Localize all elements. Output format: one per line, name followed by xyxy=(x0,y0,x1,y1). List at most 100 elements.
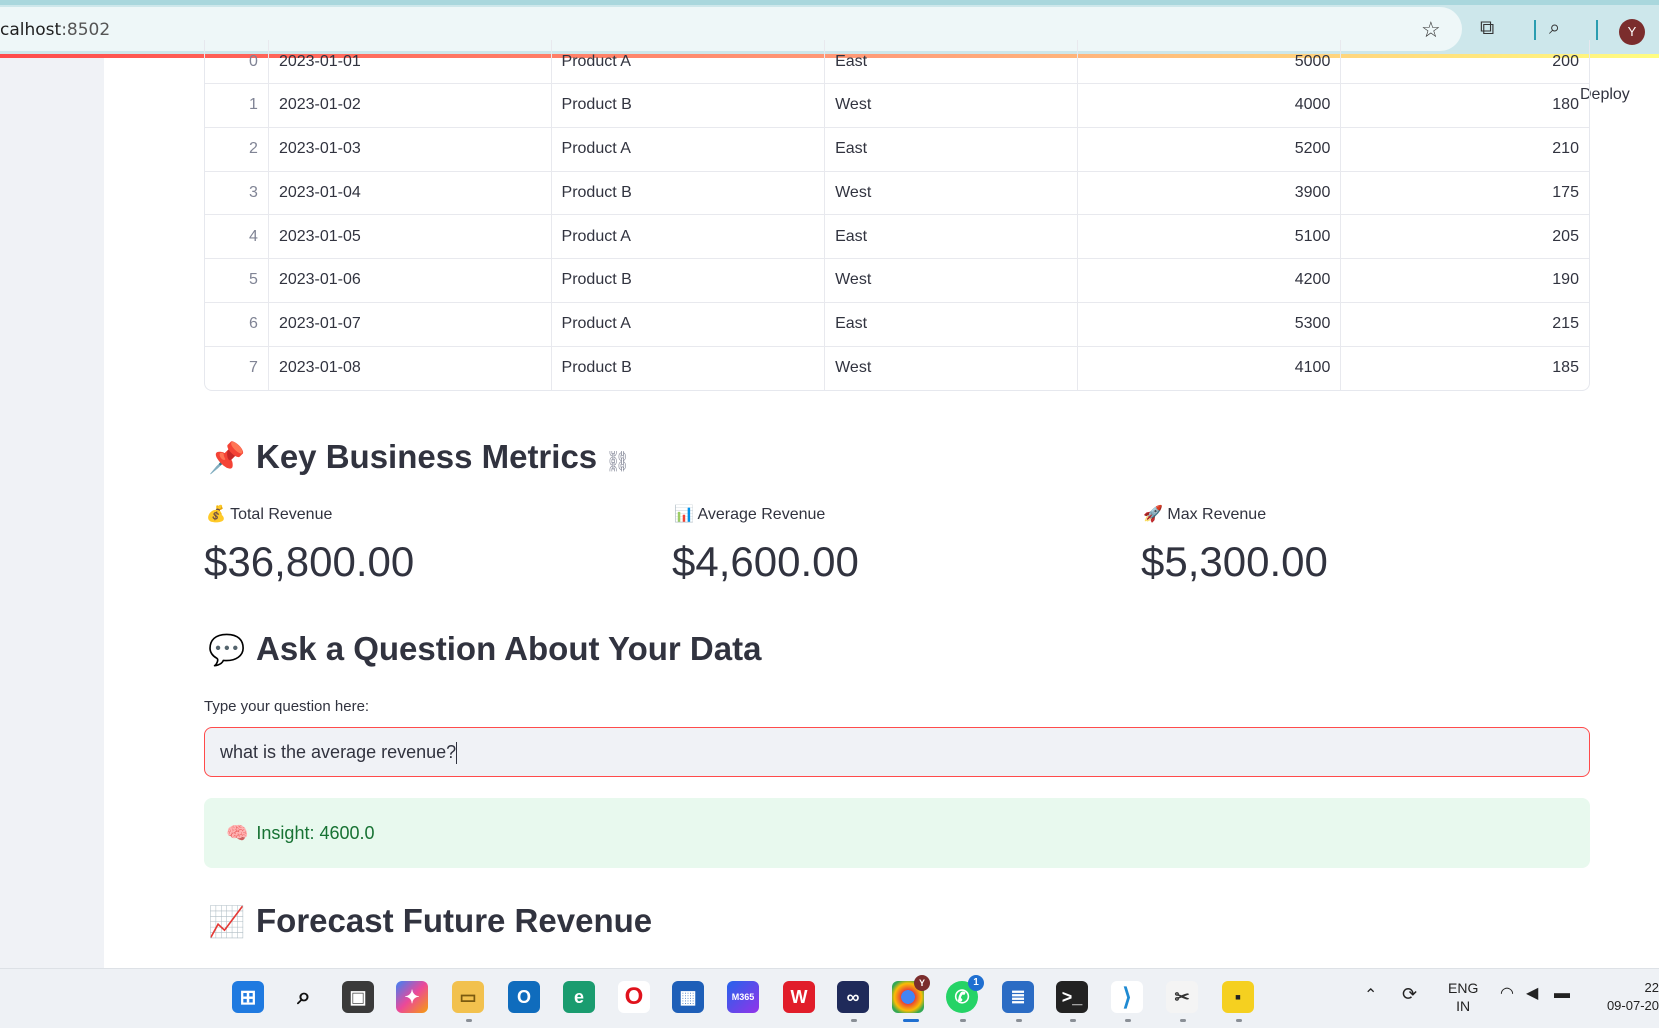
product-cell[interactable]: Product B xyxy=(552,84,826,127)
language-indicator[interactable]: ENG IN xyxy=(1448,979,1478,1015)
terminal-icon[interactable]: >_ xyxy=(1056,981,1088,1013)
region-cell[interactable]: West xyxy=(825,346,1078,391)
money-bag-icon: 💰 xyxy=(206,506,226,523)
notepad-icon[interactable]: ≣ xyxy=(1002,981,1034,1013)
table-row: 6 2023-01-07 Product A East 5300 215 xyxy=(205,302,1589,347)
question-heading: 💬 Ask a Question About Your Data xyxy=(208,630,761,668)
max-revenue-label: 🚀 Max Revenue xyxy=(1143,506,1267,523)
volume-icon[interactable]: ◀ xyxy=(1526,985,1538,1003)
average-revenue-label: 📊 Average Revenue xyxy=(674,506,826,523)
question-input[interactable]: what is the average revenue? xyxy=(204,727,1590,777)
wps-office-icon[interactable]: W xyxy=(783,981,815,1013)
units-cell[interactable]: 185 xyxy=(1341,347,1589,391)
date-cell[interactable]: 2023-01-05 xyxy=(269,215,552,258)
units-cell[interactable]: 205 xyxy=(1341,215,1589,258)
revenue-cell[interactable]: 5200 xyxy=(1078,127,1342,171)
sticky-notes-icon[interactable]: ▪ xyxy=(1222,981,1254,1013)
extensions-icon[interactable]: ⧉ xyxy=(1480,17,1494,40)
brain-icon: 🧠 xyxy=(226,822,249,843)
product-cell[interactable]: Product B xyxy=(552,171,826,215)
battery-icon[interactable]: ▬ xyxy=(1554,985,1570,1003)
sales-dataframe[interactable]: 0 2023-01-01 Product A East 5000 200 1 2… xyxy=(204,40,1590,392)
date-cell[interactable]: 2023-01-01 xyxy=(269,40,552,83)
table-row: 4 2023-01-05 Product A East 5100 205 xyxy=(205,215,1589,259)
running-indicator xyxy=(1236,1019,1242,1022)
wifi-icon[interactable]: ◠ xyxy=(1500,985,1514,1003)
product-cell[interactable]: Product A xyxy=(552,127,826,171)
region-cell[interactable]: East xyxy=(825,40,1078,83)
revenue-cell[interactable]: 4000 xyxy=(1078,84,1342,127)
product-cell[interactable]: Product A xyxy=(552,40,826,83)
revenue-cell[interactable]: 5000 xyxy=(1078,40,1342,83)
whatsapp-icon[interactable]: ✆ 1 xyxy=(946,975,984,1013)
clock[interactable]: 22 09-07-20 xyxy=(1600,979,1659,1015)
question-title: Ask a Question About Your Data xyxy=(256,630,762,667)
running-indicator xyxy=(1180,1019,1186,1022)
running-indicator xyxy=(1125,1019,1131,1022)
row-index: 6 xyxy=(205,302,269,346)
anchor-link-icon[interactable]: ⛓ xyxy=(605,451,630,473)
table-row: 2 2023-01-03 Product A East 5200 210 xyxy=(205,127,1589,172)
url-text[interactable]: calhost:8502 xyxy=(0,20,110,40)
region-cell[interactable]: West xyxy=(825,84,1078,127)
units-cell[interactable]: 210 xyxy=(1341,128,1589,171)
row-index: 2 xyxy=(205,127,269,171)
date-cell[interactable]: 2023-01-06 xyxy=(269,259,552,302)
revenue-cell[interactable]: 4100 xyxy=(1078,346,1342,391)
whatsapp-badge: 1 xyxy=(968,975,984,991)
clipchamp-icon[interactable]: ∞ xyxy=(837,981,869,1013)
table-row: 0 2023-01-01 Product A East 5000 200 xyxy=(205,40,1589,84)
product-cell[interactable]: Product B xyxy=(552,346,826,391)
date-cell[interactable]: 2023-01-07 xyxy=(269,302,552,346)
date-cell[interactable]: 2023-01-02 xyxy=(269,84,552,127)
table-row: 3 2023-01-04 Product B West 3900 175 xyxy=(205,171,1589,216)
windows-start-icon[interactable]: ⊞ xyxy=(232,981,264,1013)
units-cell[interactable]: 190 xyxy=(1341,259,1589,302)
running-indicator xyxy=(960,1019,966,1022)
revenue-cell[interactable]: 3900 xyxy=(1078,171,1342,215)
region-cell[interactable]: West xyxy=(825,171,1078,215)
product-cell[interactable]: Product A xyxy=(552,302,826,346)
outlook-icon[interactable]: O xyxy=(508,981,540,1013)
chrome-icon[interactable]: Y xyxy=(892,975,930,1013)
opera-icon[interactable]: O xyxy=(618,981,650,1013)
m365-icon[interactable]: M365 xyxy=(727,981,759,1013)
revenue-cell[interactable]: 5300 xyxy=(1078,302,1342,346)
date-cell[interactable]: 2023-01-03 xyxy=(269,127,552,171)
search-icon[interactable]: ⌕ xyxy=(288,981,320,1013)
question-input-value[interactable]: what is the average revenue? xyxy=(220,742,456,762)
edge-icon[interactable]: e xyxy=(563,981,595,1013)
file-explorer-icon[interactable]: ▭ xyxy=(452,981,484,1013)
region-cell[interactable]: East xyxy=(825,215,1078,258)
product-cell[interactable]: Product A xyxy=(552,215,826,258)
units-cell[interactable]: 215 xyxy=(1341,303,1589,346)
region-cell[interactable]: East xyxy=(825,127,1078,171)
microsoft-store-icon[interactable]: ▦ xyxy=(672,981,704,1013)
product-cell[interactable]: Product B xyxy=(552,259,826,302)
vscode-icon[interactable]: ⟩ xyxy=(1111,981,1143,1013)
revenue-cell[interactable]: 4200 xyxy=(1078,259,1342,302)
forecast-heading: 📈 Forecast Future Revenue xyxy=(208,902,652,940)
task-view-icon[interactable]: ▣ xyxy=(342,981,374,1013)
region-cell[interactable]: East xyxy=(825,302,1078,346)
revenue-cell[interactable]: 5100 xyxy=(1078,215,1342,258)
date-cell[interactable]: 2023-01-04 xyxy=(269,171,552,215)
units-cell[interactable]: 180 xyxy=(1341,84,1589,127)
snipping-tool-icon[interactable]: ✂ xyxy=(1166,981,1198,1013)
active-indicator xyxy=(903,1019,919,1022)
sync-icon[interactable]: ⟳ xyxy=(1402,985,1417,1003)
units-cell[interactable]: 175 xyxy=(1341,172,1589,215)
chrome-profile-badge: Y xyxy=(914,975,930,991)
profile-avatar[interactable]: Y xyxy=(1619,19,1645,45)
units-cell[interactable]: 200 xyxy=(1341,40,1589,83)
row-index: 7 xyxy=(205,346,269,391)
running-indicator xyxy=(851,1019,857,1022)
chevron-up-icon[interactable]: ⌃ xyxy=(1364,987,1377,1005)
windows-taskbar: ⊞ ⌕ ▣ ✦ ▭ O e O ▦ M365 W ∞ Y ✆ 1 ≣ >_ ⟩ ✂… xyxy=(0,968,1659,1028)
region-cell[interactable]: West xyxy=(825,259,1078,302)
date-cell[interactable]: 2023-01-08 xyxy=(269,346,552,391)
row-index: 4 xyxy=(205,215,269,258)
copilot-icon[interactable]: ✦ xyxy=(396,981,428,1013)
tab-search-icon[interactable]: ⌕ xyxy=(1549,17,1560,40)
max-revenue-value: $5,300.00 xyxy=(1141,538,1328,585)
